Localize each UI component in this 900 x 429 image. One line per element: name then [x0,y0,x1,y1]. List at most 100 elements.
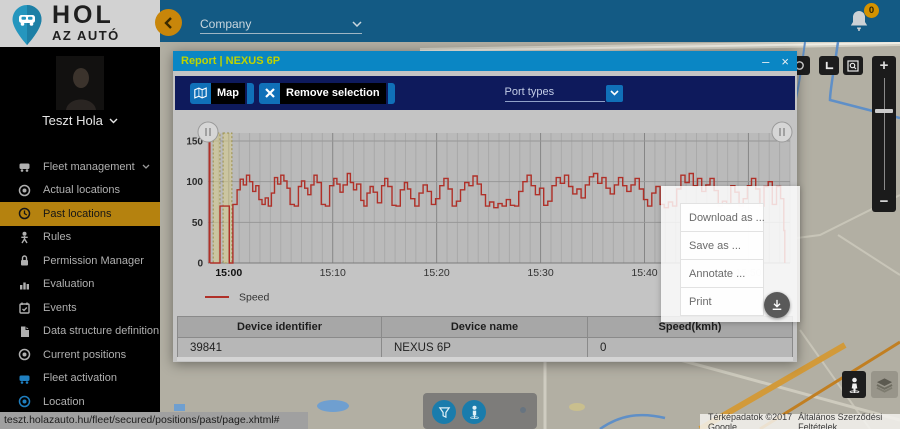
sidebar-item-label: Permission Manager [43,255,144,267]
modal-title-bar: Report | NEXUS 6P – × [173,51,797,71]
sidebar-item-label: Location [43,396,85,408]
car-icon [17,159,32,174]
brand-line1: HOL [52,3,120,28]
x-icon [259,83,280,104]
street-view-pegman-button[interactable] [842,371,866,398]
map-layers-button[interactable] [871,371,898,398]
history-icon [17,206,32,221]
brand-line2: AZ AUTÓ [52,29,120,42]
table-scroll-strip[interactable] [177,357,793,361]
sidebar-item-label: Fleet activation [43,372,117,384]
table-row[interactable]: 39841 NEXUS 6P 0 [178,337,792,357]
measure-distance-button[interactable] [819,56,839,75]
user-menu[interactable]: Teszt Hola [0,113,160,128]
bar-chart-icon [17,277,32,292]
remove-selection-button[interactable]: Remove selection [259,83,395,104]
zoom-box-button[interactable] [843,56,863,75]
download-icon [771,299,783,311]
company-select[interactable]: Company [200,15,362,34]
target-icon [17,347,32,362]
brand-pin-logo [9,4,45,46]
button-cap [247,83,254,104]
map-button-label: Map [211,83,245,104]
zoom-out-button[interactable]: − [872,193,896,211]
sidebar-nav: Fleet management Actual locations Past l… [0,155,160,414]
device-name-cell: NEXUS 6P [382,337,588,357]
export-menu: Download as ... Save as ... Annotate ...… [680,203,764,316]
modal-title: Report | NEXUS 6P [181,55,750,67]
minimize-button[interactable]: – [762,55,769,68]
filter-button[interactable] [432,400,456,424]
close-button[interactable]: × [781,55,789,68]
lock-icon [17,253,32,268]
sidebar-item-actual-locations[interactable]: Actual locations [0,179,160,203]
port-types-select[interactable]: Port types [505,85,623,102]
column-header: Device name [382,317,588,337]
map-river [600,415,665,429]
port-types-label: Port types [505,86,605,102]
zoom-in-button[interactable]: + [872,57,896,75]
zoom-slider-thumb[interactable] [875,109,893,113]
sidebar-item-label: Past locations [43,208,111,220]
zoom-slider-track[interactable] [884,78,885,190]
remove-selection-label: Remove selection [280,83,386,104]
chevron-down-icon [109,118,118,124]
sidebar-item-location[interactable]: Location [0,390,160,414]
sidebar-item-label: Rules [43,231,71,243]
car-icon [17,371,32,386]
export-download-button[interactable] [764,292,790,318]
sidebar-item-fleet-activation[interactable]: Fleet activation [0,367,160,391]
map-area [569,403,585,411]
map-attribution: Térképadatok ©2017 Google Általános Szer… [700,414,900,429]
sidebar-item-rules[interactable]: Rules [0,226,160,250]
map-icon [190,83,211,104]
map-lake [317,400,349,412]
device-identifier-cell: 39841 [178,337,382,357]
menu-item-print[interactable]: Print [681,288,763,315]
chart-range-handle[interactable] [772,122,792,142]
sidebar-item-past-locations[interactable]: Past locations [0,202,160,226]
map-road [420,43,900,51]
target-icon [17,183,32,198]
sidebar-item-events[interactable]: Events [0,296,160,320]
speed-cell: 0 [588,337,792,357]
map-button[interactable]: Map [190,83,254,104]
pegman-button[interactable] [462,400,486,424]
column-header: Device identifier [178,317,382,337]
chevron-down-icon [352,21,362,27]
menu-item-annotate[interactable]: Annotate ... [681,260,763,288]
report-toolbar: Map Remove selection Port types [175,76,795,110]
sidebar-item-fleet-management[interactable]: Fleet management [0,155,160,179]
menu-item-save-as[interactable]: Save as ... [681,232,763,260]
chevron-down-icon [606,85,623,102]
calendar-check-icon [17,300,32,315]
brand-header: HOL AZ AUTÓ [0,0,160,47]
person-icon [17,230,32,245]
user-name: Teszt Hola [42,113,103,128]
chart-range-handle[interactable] [198,122,218,142]
button-cap [388,83,395,104]
sidebar-item-label: Actual locations [43,184,120,196]
chevron-down-icon [142,164,150,169]
map-road [420,43,900,51]
app-screen: + − Térképadatok ©2017 Google Általános … [0,0,900,429]
sidebar-item-label: Evaluation [43,278,94,290]
sidebar-item-label: Current positions [43,349,126,361]
export-menu-panel: Download as ... Save as ... Annotate ...… [661,186,800,322]
map-zoom-control: + − [872,56,896,212]
sidebar-item-permission-manager[interactable]: Permission Manager [0,249,160,273]
sidebar-item-label: Data structure definition [43,325,159,337]
terms-link[interactable]: Általános Szerződési Feltételek [798,412,896,429]
map-copyright-text: Térképadatok ©2017 Google [708,412,798,429]
map-lake [174,404,185,411]
menu-item-download-as[interactable]: Download as ... [681,204,763,232]
sidebar-item-current-positions[interactable]: Current positions [0,343,160,367]
status-url: teszt.holazauto.hu/fleet/secured/positio… [0,412,308,429]
notification-badge: 0 [864,3,879,18]
sidebar-item-data-structure-definition[interactable]: Data structure definition [0,320,160,344]
device-table: Device identifier Device name Speed(kmh)… [177,316,793,358]
sidebar-collapse-button[interactable] [155,9,182,36]
target-icon [17,394,32,409]
sidebar-item-evaluation[interactable]: Evaluation [0,273,160,297]
sidebar: Teszt Hola Fleet management Actual locat… [0,47,160,412]
